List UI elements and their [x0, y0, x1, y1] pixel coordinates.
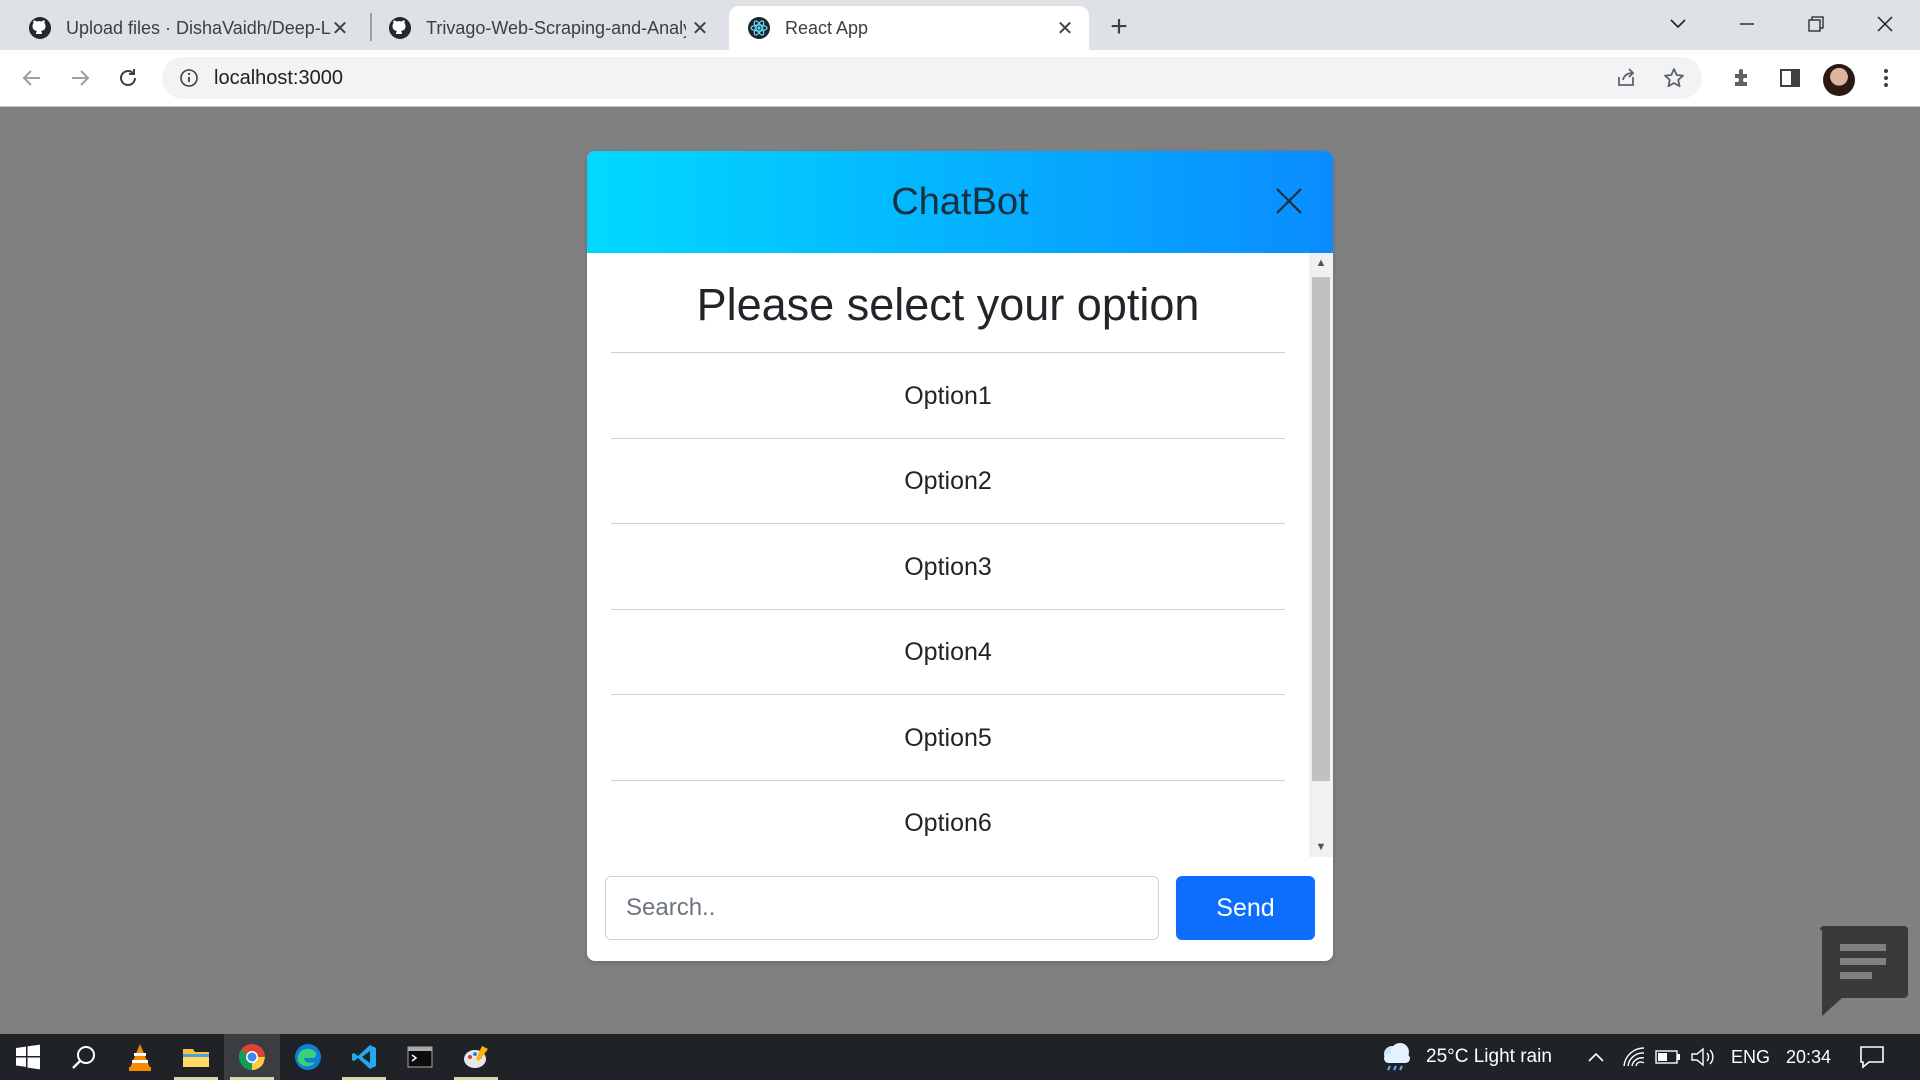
chatbot-modal: ChatBot Please select your option Option…: [587, 151, 1333, 961]
scrollbar-thumb[interactable]: [1312, 277, 1330, 781]
paint-icon[interactable]: [448, 1034, 504, 1080]
chat-bubble-icon[interactable]: [1816, 924, 1910, 1018]
chatbot-title: ChatBot: [891, 181, 1029, 223]
vscode-icon[interactable]: [336, 1034, 392, 1080]
send-button[interactable]: Send: [1176, 876, 1315, 940]
address-bar[interactable]: localhost:3000: [162, 57, 1702, 99]
chatbot-header: ChatBot: [587, 151, 1333, 253]
tab-title: React App: [785, 17, 869, 38]
side-panel-icon[interactable]: [1772, 60, 1808, 96]
forward-arrow-icon[interactable]: [62, 60, 98, 96]
edge-icon[interactable]: [280, 1034, 336, 1080]
chevron-up-icon[interactable]: [1584, 1034, 1608, 1080]
tab-react-app[interactable]: React App ✕: [729, 6, 1089, 50]
profile-avatar[interactable]: [1823, 64, 1855, 96]
chatbot-input-row: Send: [587, 857, 1333, 961]
scrollbar[interactable]: ▲ ▼: [1309, 253, 1333, 857]
back-arrow-icon[interactable]: [14, 60, 50, 96]
notification-icon[interactable]: [1852, 1034, 1892, 1080]
url-text: localhost:3000: [214, 66, 343, 89]
scroll-down-arrow-icon[interactable]: ▼: [1309, 837, 1333, 857]
new-tab-button[interactable]: +: [1102, 10, 1136, 44]
extensions-icon[interactable]: [1724, 60, 1760, 96]
close-tab-icon[interactable]: ✕: [1053, 16, 1077, 40]
option-item[interactable]: Option4: [611, 610, 1285, 695]
close-tab-icon[interactable]: ✕: [328, 16, 352, 40]
weather-cloud-icon[interactable]: [1376, 1034, 1416, 1080]
option-item[interactable]: Option5: [611, 696, 1285, 781]
battery-icon[interactable]: [1654, 1034, 1682, 1080]
option-item[interactable]: Option6: [611, 781, 1285, 857]
github-icon: [28, 16, 52, 40]
search-icon[interactable]: [56, 1034, 112, 1080]
scroll-up-arrow-icon[interactable]: ▲: [1309, 253, 1333, 273]
option-item[interactable]: Option1: [611, 354, 1285, 439]
clock-time[interactable]: 20:34: [1786, 1034, 1831, 1080]
share-icon[interactable]: [1608, 57, 1644, 99]
info-icon[interactable]: [178, 67, 200, 89]
github-icon: [388, 16, 412, 40]
windows-start-icon[interactable]: [0, 1034, 56, 1080]
tab-upload-files[interactable]: Upload files · DishaVaidh/Deep-L ✕: [0, 6, 364, 50]
divider: [611, 352, 1285, 353]
vlc-icon[interactable]: [112, 1034, 168, 1080]
close-window-icon[interactable]: [1867, 8, 1903, 40]
volume-icon[interactable]: [1688, 1034, 1718, 1080]
more-menu-icon[interactable]: [1868, 60, 1904, 96]
reload-icon[interactable]: [110, 60, 146, 96]
browser-tab-strip: Upload files · DishaVaidh/Deep-L ✕ Triva…: [0, 0, 1920, 50]
chrome-icon[interactable]: [224, 1034, 280, 1080]
weather-text[interactable]: 25°C Light rain: [1426, 1034, 1552, 1080]
search-input[interactable]: [605, 876, 1159, 940]
windows-taskbar: 25°C Light rain ENG 20:34: [0, 1034, 1920, 1080]
wifi-icon[interactable]: [1620, 1034, 1648, 1080]
browser-toolbar: localhost:3000: [0, 50, 1920, 107]
tab-search-icon[interactable]: [1660, 8, 1696, 40]
language-indicator[interactable]: ENG: [1731, 1034, 1770, 1080]
minimize-icon[interactable]: [1729, 8, 1765, 40]
terminal-icon[interactable]: [392, 1034, 448, 1080]
chatbot-message-area[interactable]: Please select your option Option1 Option…: [587, 253, 1333, 857]
file-explorer-icon[interactable]: [168, 1034, 224, 1080]
close-tab-icon[interactable]: ✕: [688, 16, 712, 40]
prompt-heading: Please select your option: [696, 279, 1200, 330]
option-item[interactable]: Option2: [611, 439, 1285, 524]
tab-trivago[interactable]: Trivago-Web-Scraping-and-Analy ✕: [360, 6, 724, 50]
close-icon[interactable]: [1267, 179, 1311, 223]
react-icon: [747, 16, 771, 40]
bookmark-star-icon[interactable]: [1656, 57, 1692, 99]
tab-title: Upload files · DishaVaidh/Deep-L: [66, 17, 331, 38]
tab-title: Trivago-Web-Scraping-and-Analy: [426, 17, 686, 38]
option-item[interactable]: Option3: [611, 525, 1285, 610]
restore-icon[interactable]: [1798, 8, 1834, 40]
